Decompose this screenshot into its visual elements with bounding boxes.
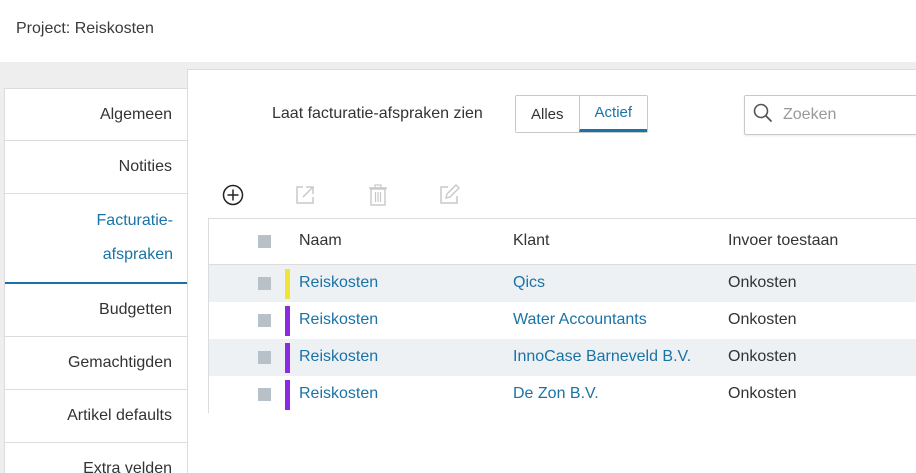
filter-label: Laat facturatie-afspraken zien <box>272 105 483 122</box>
row-checkbox[interactable] <box>258 277 271 290</box>
row-checkbox[interactable] <box>258 388 271 401</box>
sidebar-item-label: Algemeen <box>99 105 172 123</box>
row-klant-link[interactable]: De Zon B.V. <box>513 385 599 403</box>
sidebar-item-budgetten[interactable]: Budgetten <box>5 284 188 337</box>
sidebar-item-label: Artikel defaults <box>67 407 172 424</box>
column-header-naam[interactable]: Naam <box>299 232 342 250</box>
sidebar-item-extra-velden[interactable]: Extra velden <box>5 443 188 473</box>
row-invoer: Onkosten <box>728 274 797 291</box>
add-circle-icon[interactable] <box>220 182 246 208</box>
row-color-marker <box>285 343 290 373</box>
sidebar-item-label: Notities <box>118 158 172 175</box>
edit-icon[interactable] <box>436 182 462 208</box>
trash-icon[interactable] <box>365 182 391 208</box>
table-row[interactable]: Reiskosten InnoCase Barneveld B.V. Onkos… <box>209 339 916 376</box>
row-klant-link[interactable]: Water Accountants <box>513 311 647 329</box>
row-color-marker <box>285 306 290 336</box>
data-table: Naam Klant Invoer toestaan Reiskosten Qi… <box>208 218 916 413</box>
row-invoer: Onkosten <box>728 311 797 328</box>
table-row[interactable]: Reiskosten Qics Onkosten <box>209 265 916 302</box>
page-title: Project: Reiskosten <box>16 20 154 37</box>
sidebar-item-label: Budgetten <box>99 301 172 318</box>
sidebar-item-gemachtigden[interactable]: Gemachtigden <box>5 337 188 390</box>
row-naam-link[interactable]: Reiskosten <box>299 385 378 403</box>
column-header-invoer[interactable]: Invoer toestaan <box>728 232 838 250</box>
filter-option-alles[interactable]: Alles <box>516 96 579 132</box>
sidebar-item-algemeen[interactable]: Algemeen <box>5 89 188 141</box>
select-all-checkbox[interactable] <box>258 235 271 248</box>
filter-toggle: Alles Actief <box>515 95 649 133</box>
sidebar-item-label-line1: Facturatie- <box>96 212 173 229</box>
sidebar-item-label: Extra velden <box>83 460 172 473</box>
sidebar-item-label: Gemachtigden <box>67 354 172 371</box>
row-color-marker <box>285 269 290 299</box>
table-row[interactable]: Reiskosten De Zon B.V. Onkosten <box>209 376 916 413</box>
table-header-row: Naam Klant Invoer toestaan <box>209 219 916 265</box>
column-header-klant[interactable]: Klant <box>513 232 549 250</box>
row-naam-link[interactable]: Reiskosten <box>299 348 378 366</box>
row-klant-link[interactable]: Qics <box>513 274 545 292</box>
row-klant-link[interactable]: InnoCase Barneveld B.V. <box>513 348 691 366</box>
search-input[interactable] <box>783 106 913 124</box>
row-invoer: Onkosten <box>728 348 797 365</box>
sidebar: Algemeen Notities Facturatie- afspraken … <box>4 88 189 473</box>
search-icon <box>745 103 773 128</box>
sidebar-item-notities[interactable]: Notities <box>5 141 188 194</box>
open-external-icon[interactable] <box>292 182 318 208</box>
search-box[interactable] <box>744 95 916 135</box>
table-row[interactable]: Reiskosten Water Accountants Onkosten <box>209 302 916 339</box>
main-panel: Laat facturatie-afspraken zien Alles Act… <box>187 69 916 473</box>
filter-option-actief[interactable]: Actief <box>578 96 648 132</box>
sidebar-item-artikel-defaults[interactable]: Artikel defaults <box>5 390 188 443</box>
sidebar-item-label-line2: afspraken <box>102 246 173 263</box>
row-checkbox[interactable] <box>258 314 271 327</box>
row-naam-link[interactable]: Reiskosten <box>299 274 378 292</box>
sidebar-item-facturatie-afspraken[interactable]: Facturatie- afspraken <box>5 194 189 284</box>
page-header: Project: Reiskosten <box>0 0 916 62</box>
row-invoer: Onkosten <box>728 385 797 402</box>
row-checkbox[interactable] <box>258 351 271 364</box>
row-color-marker <box>285 380 290 410</box>
row-naam-link[interactable]: Reiskosten <box>299 311 378 329</box>
